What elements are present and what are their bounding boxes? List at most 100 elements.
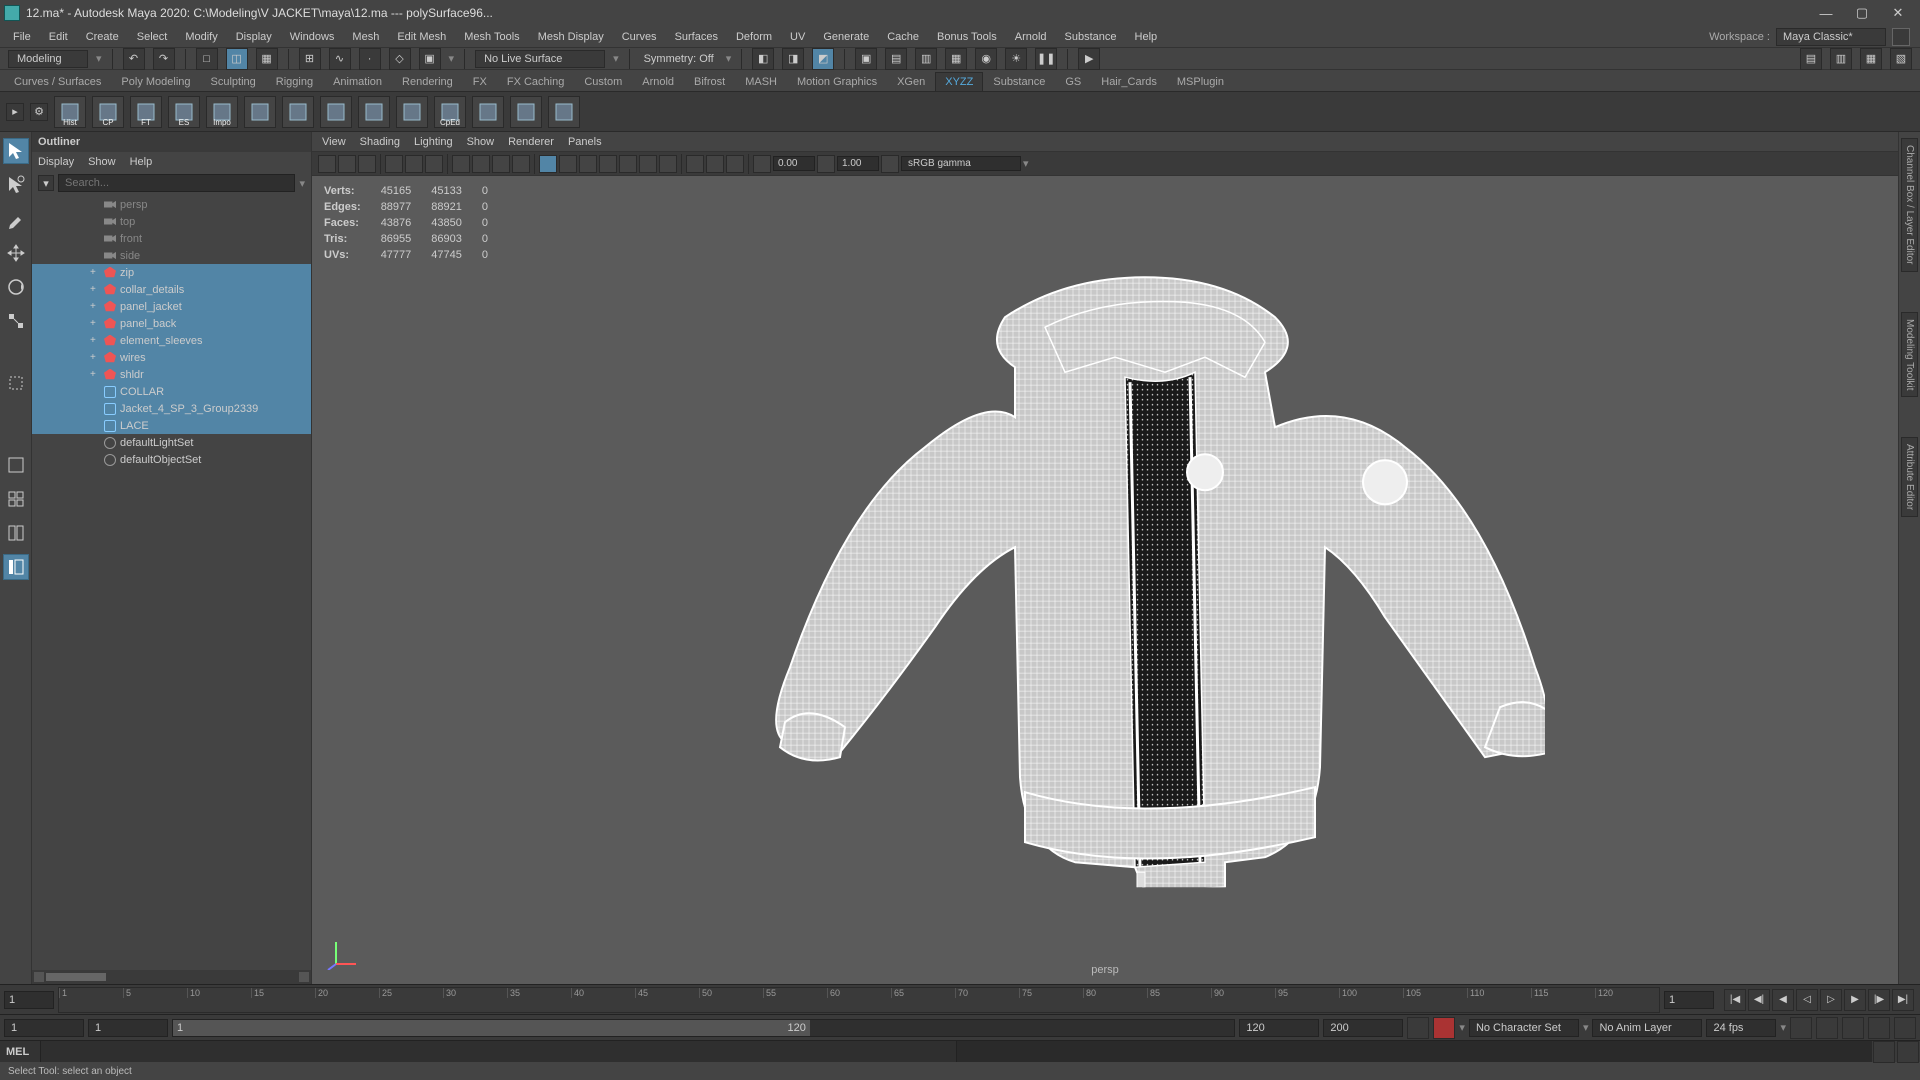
vp-gamma-field[interactable]: 1.00 — [837, 156, 879, 171]
panel-menu-show[interactable]: Show — [467, 136, 495, 148]
menu-mesh-display[interactable]: Mesh Display — [529, 28, 613, 46]
vp-xray-icon[interactable] — [686, 155, 704, 173]
vp-resolution-gate-icon[interactable] — [492, 155, 510, 173]
shelf-tab-curves-surfaces[interactable]: Curves / Surfaces — [4, 72, 111, 91]
shelf-tab-xgen[interactable]: XGen — [887, 72, 935, 91]
menu-substance[interactable]: Substance — [1056, 28, 1126, 46]
vp-use-lights-icon[interactable] — [579, 155, 597, 173]
anim-prefs-icon[interactable] — [1894, 1017, 1916, 1039]
vp-exposure-icon[interactable] — [753, 155, 771, 173]
layout-two-icon[interactable] — [3, 520, 29, 546]
vp-textured-icon[interactable] — [659, 155, 677, 173]
range-pref1-icon[interactable] — [1790, 1017, 1812, 1039]
input-connections-icon[interactable]: ◨ — [782, 48, 804, 70]
menu-display[interactable]: Display — [227, 28, 281, 46]
shelf-tab-rendering[interactable]: Rendering — [392, 72, 463, 91]
shelf-6[interactable] — [244, 96, 276, 128]
outliner-camera-persp[interactable]: persp — [32, 196, 311, 213]
menu-generate[interactable]: Generate — [814, 28, 878, 46]
workspace-dropdown[interactable]: Maya Classic* — [1776, 28, 1886, 46]
shelf-tab-custom[interactable]: Custom — [574, 72, 632, 91]
shelf-ft[interactable]: FT — [130, 96, 162, 128]
vp-image-plane-icon[interactable] — [385, 155, 403, 173]
range-out-field[interactable]: 120 — [1239, 1019, 1319, 1037]
outliner-item-element_sleeves[interactable]: +element_sleeves — [32, 332, 311, 349]
shelf-cped[interactable]: CpEd — [434, 96, 466, 128]
vp-ao-icon[interactable] — [619, 155, 637, 173]
character-set-dropdown[interactable]: No Character Set — [1469, 1019, 1579, 1037]
outliner-menu-display[interactable]: Display — [38, 156, 74, 168]
redo-icon[interactable]: ↷ — [153, 48, 175, 70]
shelf-tab-substance[interactable]: Substance — [983, 72, 1055, 91]
snap-curve-icon[interactable]: ∿ — [329, 48, 351, 70]
range-pref2-icon[interactable] — [1816, 1017, 1838, 1039]
outliner-item-wires[interactable]: +wires — [32, 349, 311, 366]
step-back-icon[interactable]: ◀ — [1772, 989, 1794, 1011]
vp-gate-mask-icon[interactable] — [512, 155, 530, 173]
shelf-gear-icon[interactable]: ⚙ — [30, 103, 48, 121]
auto-key-toggle[interactable] — [1407, 1017, 1429, 1039]
select-by-component-icon[interactable]: ▦ — [256, 48, 278, 70]
vp-view-transform-icon[interactable] — [881, 155, 899, 173]
snap-view-icon[interactable]: ▣ — [419, 48, 441, 70]
shelf-tab-hair-cards[interactable]: Hair_Cards — [1091, 72, 1167, 91]
shelf-tab-fx-caching[interactable]: FX Caching — [497, 72, 574, 91]
maximize-button[interactable]: ▢ — [1844, 1, 1880, 25]
menu-bonus-tools[interactable]: Bonus Tools — [928, 28, 1006, 46]
outliner-menu-help[interactable]: Help — [130, 156, 153, 168]
current-time-field[interactable]: 1 — [4, 991, 54, 1009]
shelf-10[interactable] — [396, 96, 428, 128]
menu-mesh-tools[interactable]: Mesh Tools — [455, 28, 528, 46]
render-view-icon[interactable]: ▦ — [945, 48, 967, 70]
vp-film-gate-icon[interactable] — [472, 155, 490, 173]
vp-motion-blur-icon[interactable] — [639, 155, 657, 173]
menu-cache[interactable]: Cache — [878, 28, 928, 46]
range-in-field[interactable]: 1 — [88, 1019, 168, 1037]
select-by-hierarchy-icon[interactable]: ◫ — [226, 48, 248, 70]
shelf-hist[interactable]: Hist — [54, 96, 86, 128]
menu-curves[interactable]: Curves — [613, 28, 666, 46]
panel-menu-shading[interactable]: Shading — [360, 136, 400, 148]
shelf-13[interactable] — [510, 96, 542, 128]
layout-four-icon[interactable] — [3, 486, 29, 512]
outliner-menu-show[interactable]: Show — [88, 156, 116, 168]
toggle-toolsettings-icon[interactable]: ▥ — [1830, 48, 1852, 70]
vp-lock-camera-icon[interactable] — [338, 155, 356, 173]
render-settings-icon[interactable]: ▥ — [915, 48, 937, 70]
panel-menu-panels[interactable]: Panels — [568, 136, 602, 148]
outliner-filter-icon[interactable]: ▾ — [38, 175, 54, 191]
toggle-modeling-icon[interactable]: ▧ — [1890, 48, 1912, 70]
viewport-canvas[interactable]: Verts:45165451330Edges:88977889210Faces:… — [312, 176, 1898, 984]
workspace-lock-icon[interactable] — [1892, 28, 1910, 46]
vp-grease-icon[interactable] — [425, 155, 443, 173]
set-key-button[interactable] — [1433, 1017, 1455, 1039]
outliner-camera-side[interactable]: side — [32, 247, 311, 264]
layout-single-icon[interactable] — [3, 452, 29, 478]
shelf-tab-arnold[interactable]: Arnold — [632, 72, 684, 91]
shelf-arrow-icon[interactable]: ▸ — [6, 103, 24, 121]
shelf-tab-sculpting[interactable]: Sculpting — [201, 72, 266, 91]
menu-create[interactable]: Create — [77, 28, 128, 46]
right-tab-attribute-editor[interactable]: Attribute Editor — [1901, 437, 1918, 517]
right-tab-channel-box-layer-editor[interactable]: Channel Box / Layer Editor — [1901, 138, 1918, 272]
scale-tool-icon[interactable] — [3, 308, 29, 334]
outliner-item-zip[interactable]: +zip — [32, 264, 311, 281]
anim-layer-dropdown[interactable]: No Anim Layer — [1592, 1019, 1702, 1037]
ipr-render-icon[interactable]: ▤ — [885, 48, 907, 70]
outliner-item-collar[interactable]: COLLAR — [32, 383, 311, 400]
shelf-tab-msplugin[interactable]: MSPlugin — [1167, 72, 1234, 91]
menu-surfaces[interactable]: Surfaces — [666, 28, 727, 46]
script-editor-icon[interactable] — [1873, 1041, 1895, 1063]
audio-icon[interactable] — [1842, 1017, 1864, 1039]
light-editor-icon[interactable]: ☀ — [1005, 48, 1027, 70]
shelf-9[interactable] — [358, 96, 390, 128]
toggle-channelbox-icon[interactable]: ▤ — [1800, 48, 1822, 70]
outliner-search-input[interactable] — [58, 174, 295, 192]
time-track[interactable]: 1510152025303540455055606570758085909510… — [58, 987, 1660, 1013]
minimize-button[interactable]: — — [1808, 1, 1844, 25]
play-back-icon[interactable]: ◁ — [1796, 989, 1818, 1011]
outliner-item-jacket_4_sp_3_group2339[interactable]: Jacket_4_SP_3_Group2339 — [32, 400, 311, 417]
vp-wireframe-icon[interactable] — [539, 155, 557, 173]
current-time-end-field[interactable]: 1 — [1664, 991, 1714, 1009]
toggle-attribute-icon[interactable]: ▦ — [1860, 48, 1882, 70]
